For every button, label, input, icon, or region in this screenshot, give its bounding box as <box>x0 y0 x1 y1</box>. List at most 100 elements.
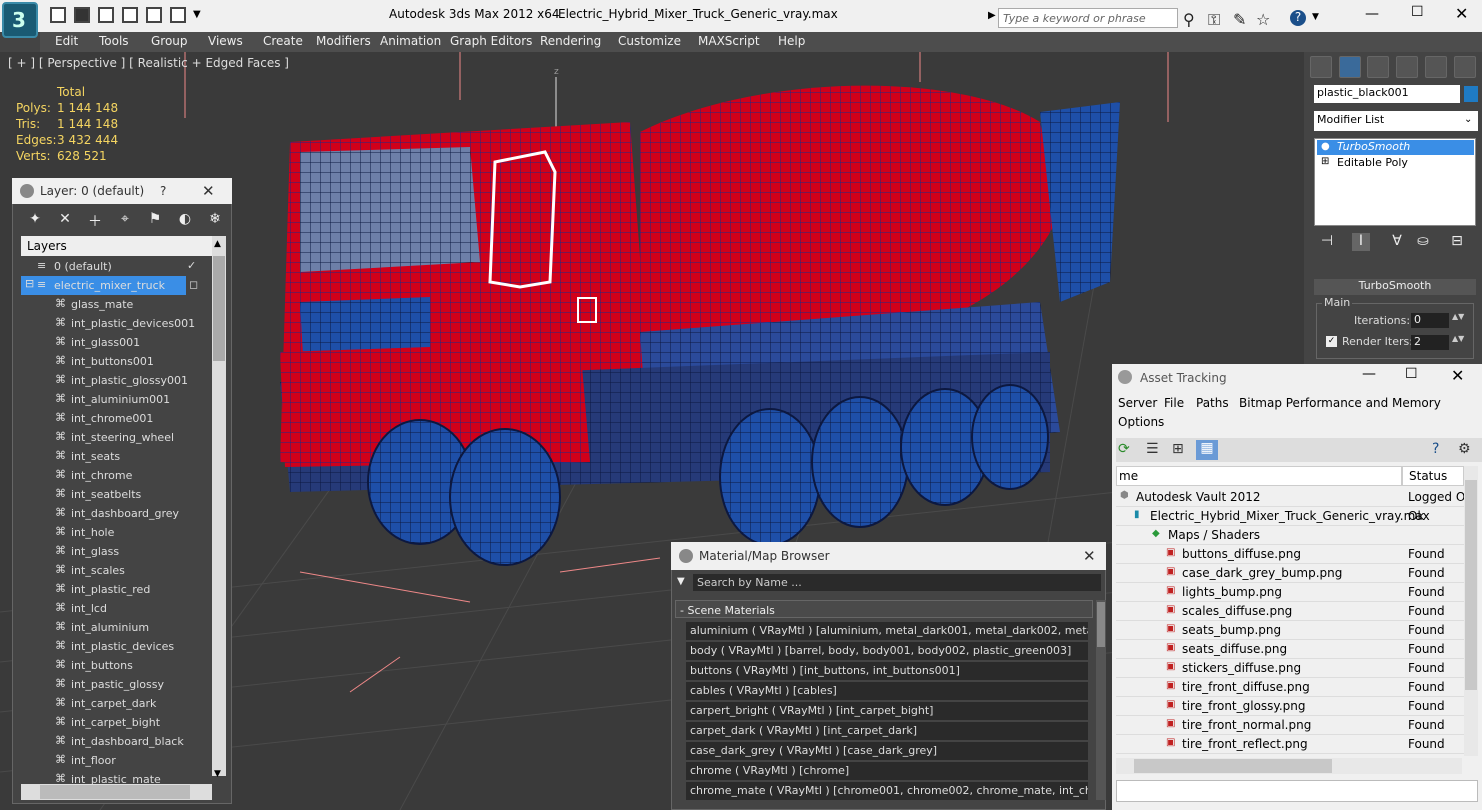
highlight-layer-icon[interactable]: ⚑ <box>146 211 164 229</box>
material-row[interactable]: aluminium ( VRayMtl ) [aluminium, metal_… <box>686 622 1088 641</box>
spinner-arrows-icon[interactable]: ▲▼ <box>1452 312 1464 321</box>
menu-customize[interactable]: Customize <box>618 34 681 48</box>
add-selection-icon[interactable]: ◻ <box>189 278 198 291</box>
asset-menu-paths[interactable]: Paths <box>1196 396 1229 410</box>
create-tab-icon[interactable] <box>1310 56 1332 78</box>
asset-row[interactable]: ▣ case_dark_grey_bump.png Found <box>1116 564 1470 583</box>
asset-row[interactable]: ▣ tire_front_glossy.png Found <box>1116 697 1470 716</box>
asset-maximize-button[interactable]: ☐ <box>1405 366 1418 382</box>
show-end-result-icon[interactable]: Ⅰ <box>1352 233 1370 251</box>
material-scrollbar-thumb[interactable] <box>1097 602 1105 647</box>
layer-item[interactable]: ⌘ int_steering_wheel <box>21 428 211 447</box>
layers-column-header[interactable]: Layers <box>21 236 226 256</box>
asset-minimize-button[interactable]: — <box>1362 366 1376 382</box>
help-icon[interactable]: ? <box>1290 10 1306 26</box>
menu-animation[interactable]: Animation <box>380 34 441 48</box>
grid-view-icon[interactable]: ▦ <box>1196 440 1218 460</box>
asset-menu-options[interactable]: Options <box>1118 415 1164 429</box>
layer-item[interactable]: ⌘ int_plastic_mate <box>21 770 211 785</box>
open-file-icon[interactable] <box>74 7 90 23</box>
menu-help[interactable]: Help <box>778 34 805 48</box>
new-layer-icon[interactable]: ✦ <box>26 211 44 229</box>
asset-row[interactable]: ▣ seats_bump.png Found <box>1116 621 1470 640</box>
iterations-spinner[interactable]: 0 <box>1411 313 1449 328</box>
collapse-icon[interactable]: ⊟ <box>25 277 34 290</box>
expand-plus-icon[interactable]: ⊞ <box>1321 156 1329 167</box>
asset-close-button[interactable]: ✕ <box>1451 366 1464 385</box>
layer-item[interactable]: ⌘ int_glass001 <box>21 333 211 352</box>
key-icon[interactable]: ⚿ <box>1208 10 1220 30</box>
turbosmooth-rollout-title[interactable]: TurboSmooth <box>1314 279 1476 295</box>
layer-item[interactable]: ⌘ int_buttons <box>21 656 211 675</box>
layer-item[interactable]: ⌘ glass_mate <box>21 295 211 314</box>
chevron-down-icon[interactable]: ⌄ <box>1464 114 1472 125</box>
material-browser-close-button[interactable]: ✕ <box>1083 547 1096 565</box>
layer-item[interactable]: ⌘ int_lcd <box>21 599 211 618</box>
layer-item[interactable]: ⌘ int_dashboard_grey <box>21 504 211 523</box>
layer-item[interactable]: ⌘ int_carpet_bight <box>21 713 211 732</box>
asset-row[interactable]: ▣ stickers_diffuse.png Found <box>1116 659 1470 678</box>
render-iters-spinner[interactable]: 2 <box>1411 335 1449 350</box>
asset-row[interactable]: ▣ tire_front_normal.png Found <box>1116 716 1470 735</box>
menu-graph-editors[interactable]: Graph Editors <box>450 34 532 48</box>
hide-all-icon[interactable]: ◐ <box>176 211 194 229</box>
search-expand-icon[interactable]: ▶ <box>988 10 996 21</box>
render-iters-checkbox[interactable]: ✓ <box>1326 336 1337 347</box>
asset-menu-server[interactable]: Server <box>1118 396 1157 410</box>
asset-settings-icon[interactable]: ⚙ <box>1458 441 1471 457</box>
remove-modifier-icon[interactable]: ⛀ <box>1414 233 1432 251</box>
modify-tab-icon[interactable] <box>1339 56 1361 78</box>
material-row[interactable]: carpet_dark ( VRayMtl ) [int_carpet_dark… <box>686 722 1088 741</box>
menu-edit[interactable]: Edit <box>55 34 78 48</box>
material-row[interactable]: cables ( VRayMtl ) [cables] <box>686 682 1088 701</box>
refresh-icon[interactable]: ⟳ <box>1118 441 1130 457</box>
favorites-star-icon[interactable]: ☆ <box>1256 10 1270 29</box>
lightbulb-icon[interactable]: ● <box>1321 141 1330 152</box>
asset-row[interactable]: ▮ Electric_Hybrid_Mixer_Truck_Generic_vra… <box>1116 507 1470 526</box>
browser-options-icon[interactable]: ▼ <box>677 576 685 587</box>
hold-icon[interactable] <box>170 7 186 23</box>
app-logo-icon[interactable]: 3 <box>2 2 38 38</box>
motion-tab-icon[interactable] <box>1396 56 1418 78</box>
layer-item[interactable]: ⌘ int_plastic_glossy001 <box>21 371 211 390</box>
layer-item[interactable]: ⌘ int_carpet_dark <box>21 694 211 713</box>
display-tab-icon[interactable] <box>1425 56 1447 78</box>
asset-row[interactable]: ▣ lights_bump.png Found <box>1116 583 1470 602</box>
menu-views[interactable]: Views <box>208 34 243 48</box>
asset-column-name[interactable]: me <box>1116 466 1402 486</box>
save-icon[interactable] <box>98 7 114 23</box>
material-row[interactable]: body ( VRayMtl ) [barrel, body, body001,… <box>686 642 1088 661</box>
layer-item[interactable]: ⌘ int_plastic_devices001 <box>21 314 211 333</box>
table-view-icon[interactable]: ⊞ <box>1172 441 1184 457</box>
delete-layer-icon[interactable]: ✕ <box>56 211 74 229</box>
material-row[interactable]: carpert_bright ( VRayMtl ) [int_carpet_b… <box>686 702 1088 721</box>
material-row[interactable]: chrome ( VRayMtl ) [chrome] <box>686 762 1088 781</box>
stack-item-turbosmooth[interactable]: TurboSmooth <box>1317 140 1474 155</box>
make-unique-icon[interactable]: ∀ <box>1388 233 1406 251</box>
menu-rendering[interactable]: Rendering <box>540 34 601 48</box>
layer-item[interactable]: ⌘ int_aluminium001 <box>21 390 211 409</box>
menu-group[interactable]: Group <box>151 34 188 48</box>
asset-menu-file[interactable]: File <box>1164 396 1184 410</box>
configure-sets-icon[interactable]: ⊟ <box>1448 233 1466 251</box>
menu-create[interactable]: Create <box>263 34 303 48</box>
utilities-tab-icon[interactable] <box>1454 56 1476 78</box>
undo-icon[interactable] <box>122 7 138 23</box>
stack-item-editable-poly[interactable]: Editable Poly <box>1317 156 1474 171</box>
asset-vscroll-thumb[interactable] <box>1465 480 1477 690</box>
layer-help-button[interactable]: ? <box>160 184 166 198</box>
close-button[interactable]: ✕ <box>1455 4 1468 23</box>
layer-item[interactable]: ≡ electric_mixer_truck ⊟ ◻ <box>21 276 198 295</box>
list-view-icon[interactable]: ☰ <box>1146 441 1159 457</box>
help-dropdown-icon[interactable]: ▼ <box>1312 12 1319 22</box>
layer-hscroll-thumb[interactable] <box>40 785 190 799</box>
viewport-label[interactable]: [ + ] [ Perspective ] [ Realistic + Edge… <box>8 56 289 70</box>
asset-menu-bitmap-performance[interactable]: Bitmap Performance and Memory <box>1239 396 1441 410</box>
quick-access-dropdown-icon[interactable]: ▼ <box>193 9 201 20</box>
asset-hscroll-thumb[interactable] <box>1134 759 1332 773</box>
exchange-icon[interactable]: ✎ <box>1233 10 1246 29</box>
asset-row[interactable]: ▣ seats_diffuse.png Found <box>1116 640 1470 659</box>
layer-item[interactable]: ⌘ int_chrome001 <box>21 409 211 428</box>
new-file-icon[interactable] <box>50 7 66 23</box>
minimize-button[interactable]: — <box>1365 6 1379 22</box>
